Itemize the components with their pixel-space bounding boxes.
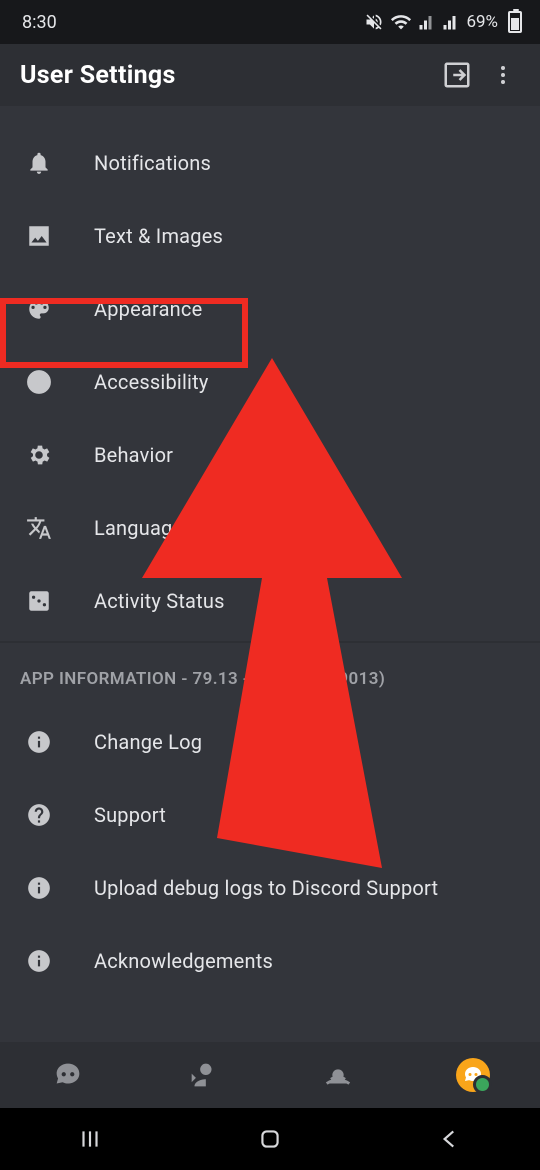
nav-home[interactable] [210, 1126, 330, 1152]
signal-1-icon [418, 13, 436, 31]
settings-body: Voice & Video Notifications Text & Image… [0, 106, 540, 1042]
row-label: Behavior [94, 443, 173, 467]
row-label: Activity Status [94, 589, 225, 613]
bottom-tab-bar [0, 1042, 540, 1108]
info-icon [20, 875, 58, 901]
row-label: Accessibility [94, 370, 209, 394]
nav-back[interactable] [390, 1126, 510, 1152]
bell-icon [20, 150, 58, 176]
info-icon [20, 948, 58, 974]
sidebar-item-accessibility[interactable]: Accessibility [0, 345, 540, 418]
battery-icon [508, 11, 522, 33]
palette-icon [20, 296, 58, 322]
row-label: Notifications [94, 151, 211, 175]
mute-icon [364, 12, 384, 32]
settings-list: Voice & Video Notifications Text & Image… [0, 106, 540, 997]
sidebar-item-activity-status[interactable]: Activity Status [0, 564, 540, 637]
translate-icon [20, 515, 58, 541]
settings-header: User Settings [0, 44, 540, 106]
sidebar-item-upload-debug[interactable]: Upload debug logs to Discord Support [0, 851, 540, 924]
info-icon [20, 729, 58, 755]
sidebar-item-behavior[interactable]: Behavior [0, 418, 540, 491]
tab-profile[interactable] [405, 1042, 540, 1108]
sidebar-item-language[interactable]: Language [0, 491, 540, 564]
sidebar-item-support[interactable]: Support [0, 778, 540, 851]
tab-home[interactable] [0, 1042, 135, 1108]
sidebar-item-voice-video[interactable]: Voice & Video [0, 106, 540, 126]
accessibility-icon [20, 369, 58, 395]
tab-search[interactable] [270, 1042, 405, 1108]
status-bar: 8:30 69% [0, 0, 540, 44]
status-icons: 69% [364, 11, 522, 33]
battery-percent: 69% [466, 12, 498, 32]
signal-2-icon [442, 13, 460, 31]
sidebar-item-text-images[interactable]: Text & Images [0, 199, 540, 272]
page-title: User Settings [20, 61, 434, 90]
status-time: 8:30 [22, 12, 364, 33]
sidebar-item-change-log[interactable]: Change Log [0, 705, 540, 778]
help-icon [20, 802, 58, 828]
more-icon[interactable] [480, 52, 526, 98]
sidebar-item-acknowledgements[interactable]: Acknowledgements [0, 924, 540, 997]
row-label: Acknowledgements [94, 949, 273, 973]
row-label: Upload debug logs to Discord Support [94, 876, 438, 900]
exit-icon[interactable] [434, 52, 480, 98]
dice-icon [20, 588, 58, 614]
row-label: Change Log [94, 730, 202, 754]
sidebar-item-appearance[interactable]: Appearance [0, 272, 540, 345]
android-navbar [0, 1108, 540, 1170]
section-app-info: APP INFORMATION - 79.13 - STABLE (79013) [0, 641, 540, 705]
gear-icon [20, 442, 58, 468]
row-label: Text & Images [94, 224, 223, 248]
avatar [456, 1058, 490, 1092]
wifi-icon [390, 11, 412, 33]
sidebar-item-notifications[interactable]: Notifications [0, 126, 540, 199]
row-label: Appearance [94, 297, 202, 321]
row-label: Language [94, 516, 183, 540]
tab-friends[interactable] [135, 1042, 270, 1108]
row-label: Support [94, 803, 166, 827]
nav-recents[interactable] [30, 1126, 150, 1152]
image-icon [20, 223, 58, 249]
